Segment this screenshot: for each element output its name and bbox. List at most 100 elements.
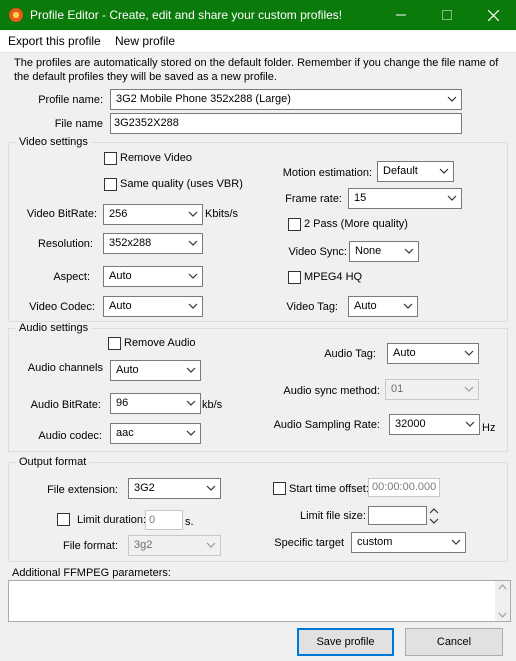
scrollbar[interactable] xyxy=(495,581,510,621)
aspect-select[interactable]: Auto xyxy=(103,266,203,287)
same-quality-checkbox[interactable] xyxy=(104,178,117,191)
video-sync-select[interactable]: None xyxy=(349,241,419,262)
chevron-down-icon xyxy=(439,168,449,174)
audio-bitrate-unit: kb/s xyxy=(202,399,223,411)
profile-name-label: Profile name: xyxy=(38,94,103,106)
chevron-down-icon xyxy=(186,367,196,373)
minimize-icon xyxy=(396,14,406,16)
file-format-label: File format: xyxy=(62,540,118,552)
chevron-down-icon xyxy=(447,195,457,201)
specific-target-select[interactable]: custom xyxy=(351,532,466,553)
start-offset-checkbox[interactable] xyxy=(273,482,286,495)
aspect-label: Aspect: xyxy=(53,271,90,283)
file-extension-value: 3G2 xyxy=(134,482,155,494)
audio-tag-select[interactable]: Auto xyxy=(387,343,479,364)
spinner-icon xyxy=(429,508,439,524)
file-extension-select[interactable]: 3G2 xyxy=(128,478,221,499)
remove-video-label: Remove Video xyxy=(120,152,192,164)
audio-channels-value: Auto xyxy=(116,364,139,376)
file-name-input[interactable]: 3G2352X288 xyxy=(110,113,462,134)
menu-export-profile[interactable]: Export this profile xyxy=(8,34,101,48)
file-name-label: File name xyxy=(54,118,103,130)
chevron-down-icon xyxy=(188,240,198,246)
video-bitrate-unit: Kbits/s xyxy=(205,208,239,220)
chevron-down-icon xyxy=(186,400,196,406)
video-tag-select[interactable]: Auto xyxy=(348,296,418,317)
frame-rate-value: 15 xyxy=(354,192,367,204)
app-icon xyxy=(9,8,23,22)
info-text: The profiles are automatically stored on… xyxy=(14,57,499,83)
mpeg4hq-checkbox[interactable] xyxy=(288,271,301,284)
audio-bitrate-label: Audio BitRate: xyxy=(30,399,101,411)
remove-audio-label: Remove Audio xyxy=(124,337,196,349)
chevron-down-icon xyxy=(404,248,414,254)
motion-estimation-value: Default xyxy=(383,165,418,177)
two-pass-checkbox[interactable] xyxy=(288,218,301,231)
chevron-down-icon xyxy=(188,273,198,279)
audio-tag-label: Audio Tag: xyxy=(324,348,376,360)
chevron-down-icon xyxy=(188,211,198,217)
video-sync-value: None xyxy=(355,245,382,257)
frame-rate-label: Frame rate: xyxy=(285,193,342,205)
save-profile-button[interactable]: Save profile xyxy=(297,628,394,656)
ffmpeg-params-textarea[interactable] xyxy=(8,580,511,622)
file-size-spinner[interactable] xyxy=(429,506,439,526)
cancel-button[interactable]: Cancel xyxy=(405,628,503,656)
file-format-select[interactable]: 3g2 xyxy=(128,535,221,556)
limit-duration-checkbox[interactable] xyxy=(57,513,70,526)
same-quality-label: Same quality (uses VBR) xyxy=(120,178,243,190)
menu-new-profile[interactable]: New profile xyxy=(115,34,175,48)
file-extension-label: File extension: xyxy=(47,484,118,496)
chevron-down-icon xyxy=(403,303,413,309)
video-tag-value: Auto xyxy=(354,300,377,312)
close-button[interactable] xyxy=(470,0,516,30)
remove-video-checkbox[interactable] xyxy=(104,152,117,165)
chevron-down-icon xyxy=(465,421,475,427)
video-bitrate-value: 256 xyxy=(109,208,128,220)
scroll-arrows-icon xyxy=(498,584,507,618)
audio-sync-select[interactable]: 01 xyxy=(385,379,479,400)
audio-sync-value: 01 xyxy=(391,383,404,395)
aspect-value: Auto xyxy=(109,270,132,282)
start-offset-label: Start time offset: xyxy=(289,483,369,495)
chevron-down-icon xyxy=(186,430,196,436)
maximize-button[interactable] xyxy=(424,0,470,30)
video-codec-select[interactable]: Auto xyxy=(103,296,203,317)
specific-target-label: Specific target xyxy=(274,537,344,549)
duration-unit: s. xyxy=(185,516,194,528)
audio-sampling-select[interactable]: 32000 xyxy=(389,414,480,435)
audio-codec-select[interactable]: aac xyxy=(110,423,201,444)
resolution-value: 352x288 xyxy=(109,237,152,249)
title-bar: Profile Editor - Create, edit and share … xyxy=(0,0,516,30)
remove-audio-checkbox[interactable] xyxy=(108,337,121,350)
limit-file-size-label: Limit file size: xyxy=(299,510,366,522)
specific-target-value: custom xyxy=(357,536,393,548)
audio-sampling-value: 32000 xyxy=(395,418,426,430)
audio-bitrate-select[interactable]: 96 xyxy=(110,393,201,414)
audio-tag-value: Auto xyxy=(393,347,416,359)
chevron-down-icon xyxy=(451,539,461,545)
video-sync-label: Video Sync: xyxy=(288,246,347,258)
video-bitrate-select[interactable]: 256 xyxy=(103,204,203,225)
motion-estimation-select[interactable]: Default xyxy=(377,161,454,182)
chevron-down-icon xyxy=(447,96,457,102)
close-icon xyxy=(487,9,499,21)
audio-settings-title: Audio settings xyxy=(16,322,92,334)
audio-codec-label: Audio codec: xyxy=(38,430,102,442)
menu-bar: Export this profile New profile xyxy=(0,30,516,53)
chevron-down-icon xyxy=(206,542,216,548)
resolution-select[interactable]: 352x288 xyxy=(103,233,203,254)
profile-name-select[interactable]: 3G2 Mobile Phone 352x288 (Large) xyxy=(110,89,462,110)
start-offset-input[interactable]: 00:00:00.000 xyxy=(368,478,440,497)
minimize-button[interactable] xyxy=(378,0,424,30)
audio-bitrate-value: 96 xyxy=(116,397,129,409)
maximize-icon xyxy=(442,10,452,20)
audio-sampling-unit: Hz xyxy=(482,422,496,434)
file-size-input[interactable] xyxy=(368,506,427,525)
audio-channels-select[interactable]: Auto xyxy=(110,360,201,381)
frame-rate-select[interactable]: 15 xyxy=(348,188,462,209)
audio-codec-value: aac xyxy=(116,427,134,439)
file-name-value: 3G2352X288 xyxy=(114,117,179,129)
video-bitrate-label: Video BitRate: xyxy=(26,208,97,220)
duration-input[interactable]: 0 xyxy=(145,510,183,530)
